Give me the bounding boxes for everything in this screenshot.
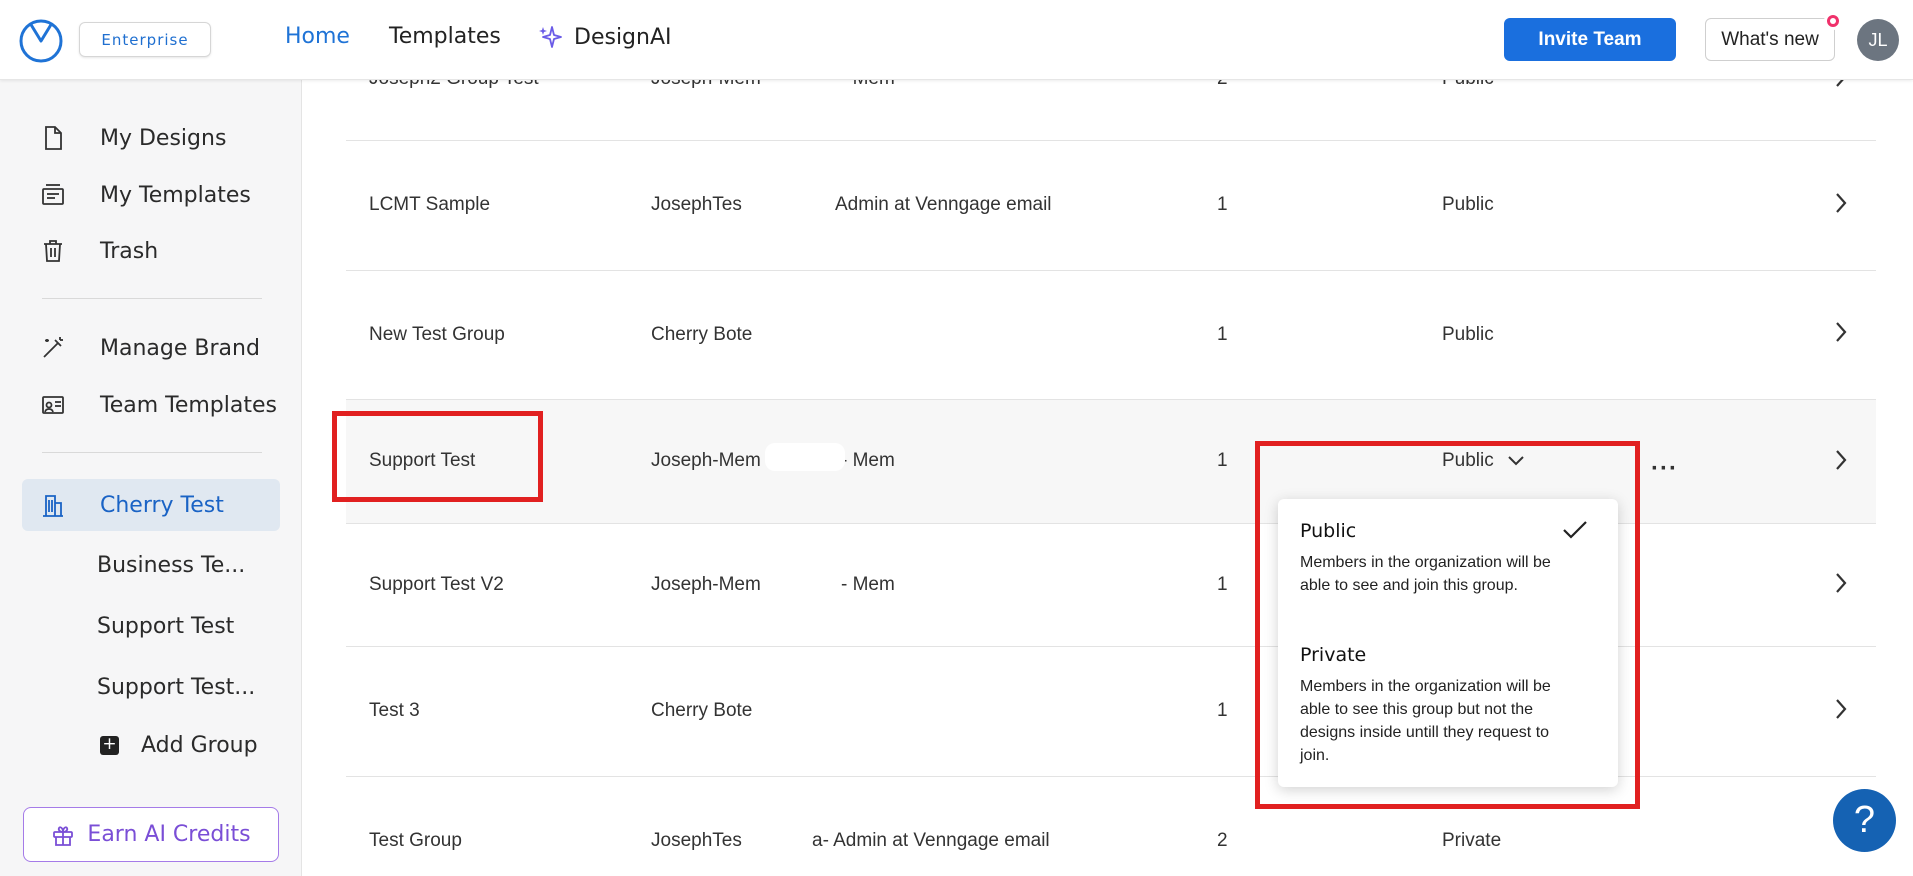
group-visibility[interactable]: Public bbox=[1442, 324, 1494, 346]
chevron-right-icon[interactable] bbox=[1834, 449, 1848, 470]
plus-icon: + bbox=[100, 736, 119, 755]
chevron-right-icon[interactable] bbox=[1834, 698, 1848, 719]
sidebar-item-label: Trash bbox=[100, 238, 159, 264]
group-role: Admin at Venngage email bbox=[835, 194, 1052, 215]
group-owner: Cherry Bote bbox=[651, 700, 753, 721]
option-private-description[interactable]: Members in the organization will be able… bbox=[1300, 675, 1570, 767]
group-owner: Joseph-Mem bbox=[651, 450, 761, 471]
sidebar-item-team-templates[interactable]: Team Templates bbox=[22, 379, 280, 431]
table-row[interactable]: Support Test Joseph-Mem - Mem 1 Public bbox=[346, 400, 1876, 524]
group-role: - Mem bbox=[841, 450, 895, 471]
avatar[interactable]: JL bbox=[1857, 19, 1899, 61]
sidebar-item-cherry-test[interactable]: Cherry Test bbox=[22, 479, 280, 531]
top-header: Enterprise Home Templates DesignAI Invit… bbox=[0, 0, 1913, 80]
sidebar-divider bbox=[42, 298, 262, 299]
group-name: Test 3 bbox=[369, 700, 420, 721]
sidebar-subitem-support-test[interactable]: Support Test bbox=[97, 614, 234, 639]
chevron-right-icon[interactable] bbox=[1834, 192, 1848, 213]
group-name: Test Group bbox=[369, 830, 462, 851]
group-members: 1 bbox=[1217, 700, 1228, 721]
option-public-description[interactable]: Members in the organization will be able… bbox=[1300, 551, 1570, 597]
sidebar-subitem-support-test-2[interactable]: Support Test... bbox=[97, 675, 255, 700]
option-private-title[interactable]: Private bbox=[1300, 644, 1366, 666]
invite-team-button[interactable]: Invite Team bbox=[1504, 18, 1676, 61]
earn-ai-credits-label: Earn AI Credits bbox=[87, 822, 251, 847]
group-owner: Cherry Bote bbox=[651, 324, 753, 345]
sidebar-item-trash[interactable]: Trash bbox=[22, 225, 280, 277]
group-name: LCMT Sample bbox=[369, 194, 491, 215]
table-row[interactable]: New Test Group Cherry Bote 1 Public bbox=[346, 271, 1876, 400]
add-group-button[interactable]: + Add Group bbox=[100, 733, 258, 758]
group-role: a- Admin at Venngage email bbox=[812, 830, 1050, 851]
sidebar-item-label: Team Templates bbox=[100, 392, 277, 418]
group-role: - Mem bbox=[841, 574, 895, 595]
table-row[interactable]: Support Test V2 Joseph-Mem - Mem 1 bbox=[346, 524, 1876, 647]
group-members: 1 bbox=[1217, 450, 1228, 471]
nav-designai[interactable]: DesignAI bbox=[538, 24, 672, 50]
table-row[interactable]: Test 3 Cherry Bote 1 bbox=[346, 647, 1876, 777]
table-row[interactable]: Test Group JosephTes a- Admin at Venngag… bbox=[346, 777, 1876, 876]
help-button[interactable]: ? bbox=[1833, 789, 1896, 852]
sparkle-icon bbox=[539, 26, 562, 48]
visibility-menu: Public Members in the organization will … bbox=[1278, 499, 1618, 787]
chevron-right-icon[interactable] bbox=[1834, 321, 1848, 342]
group-members: 2 bbox=[1217, 830, 1228, 851]
group-members: 1 bbox=[1217, 324, 1228, 345]
sidebar-item-label: Manage Brand bbox=[100, 335, 260, 361]
sidebar-item-my-templates[interactable]: My Templates bbox=[22, 169, 280, 221]
add-group-label: Add Group bbox=[141, 733, 258, 758]
document-icon bbox=[38, 123, 68, 153]
group-members: 1 bbox=[1217, 194, 1228, 215]
sidebar-item-my-designs[interactable]: My Designs bbox=[22, 112, 280, 164]
chevron-right-icon[interactable] bbox=[1834, 572, 1848, 593]
sidebar-item-label: My Templates bbox=[100, 182, 251, 208]
check-icon bbox=[1563, 521, 1587, 539]
group-owner: JosephTes bbox=[651, 194, 742, 215]
sidebar-item-label: Cherry Test bbox=[100, 492, 224, 518]
whats-new-button[interactable]: What's new bbox=[1705, 18, 1835, 61]
magic-wand-icon bbox=[38, 333, 68, 363]
sidebar-subitem-business[interactable]: Business Te... bbox=[97, 553, 245, 578]
notification-badge bbox=[1824, 12, 1842, 30]
annotation-highlight-name bbox=[332, 411, 543, 502]
group-visibility[interactable]: Private bbox=[1442, 830, 1501, 852]
gift-icon bbox=[53, 825, 74, 846]
group-owner: JosephTes bbox=[651, 830, 742, 851]
nav-templates[interactable]: Templates bbox=[389, 24, 501, 49]
group-name: Support Test V2 bbox=[369, 574, 504, 595]
group-members: 1 bbox=[1217, 574, 1228, 595]
sidebar-divider bbox=[42, 452, 262, 453]
sidebar-item-label: My Designs bbox=[100, 125, 227, 151]
nav-designai-label: DesignAI bbox=[574, 24, 672, 50]
templates-icon bbox=[38, 180, 68, 210]
option-public-title[interactable]: Public bbox=[1300, 520, 1356, 542]
plan-badge: Enterprise bbox=[79, 22, 211, 57]
trash-icon bbox=[38, 236, 68, 266]
table-row[interactable]: LCMT Sample JosephTes Admin at Venngage … bbox=[346, 141, 1876, 271]
team-templates-icon bbox=[38, 390, 68, 420]
more-options-icon[interactable]: ··· bbox=[1651, 455, 1678, 483]
redaction-mask bbox=[765, 443, 845, 471]
group-visibility[interactable]: Public bbox=[1442, 194, 1494, 216]
earn-ai-credits-button[interactable]: Earn AI Credits bbox=[23, 807, 279, 862]
nav-home[interactable]: Home bbox=[285, 24, 350, 49]
group-name: New Test Group bbox=[369, 324, 505, 345]
building-icon bbox=[38, 490, 68, 520]
sidebar-item-manage-brand[interactable]: Manage Brand bbox=[22, 322, 280, 374]
venngage-logo-icon[interactable] bbox=[18, 17, 64, 63]
group-owner: Joseph-Mem bbox=[651, 574, 761, 595]
